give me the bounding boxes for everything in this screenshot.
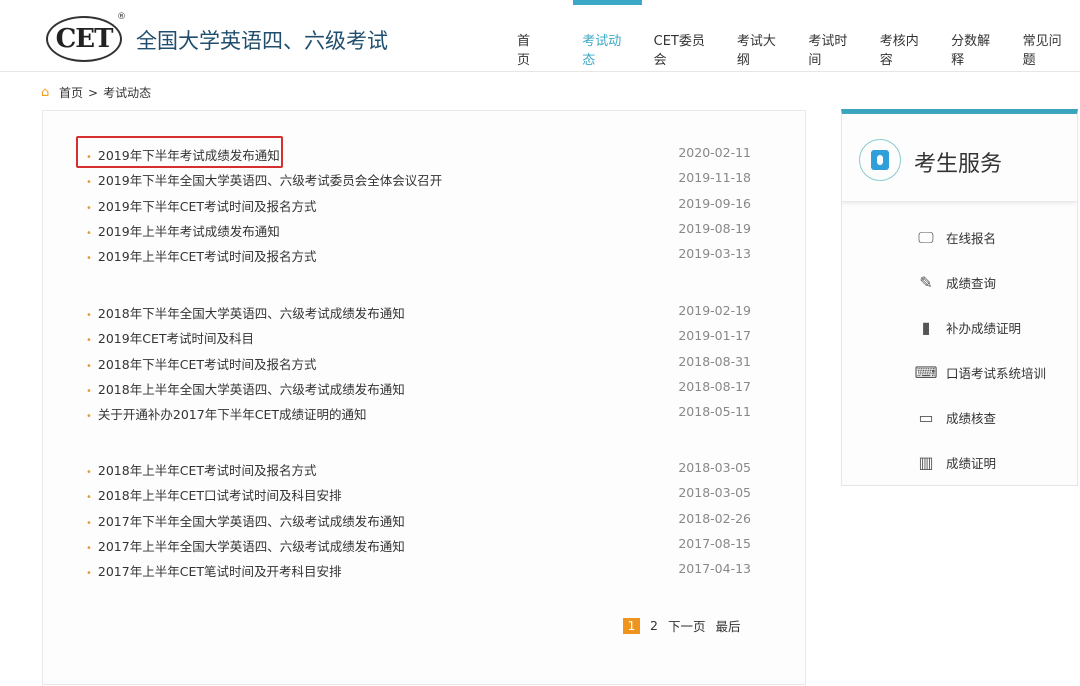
news-date: 2018-05-11 (678, 404, 751, 424)
service-item[interactable]: ⌨ 口语考试系统培训 (915, 363, 1046, 382)
highlight-box (76, 136, 283, 168)
service-label: 补办成绩证明 (946, 318, 1021, 337)
news-link[interactable]: 2019年上半年考试成绩发布通知 (86, 221, 280, 241)
contacts-icon (859, 139, 901, 181)
service-label: 成绩核查 (946, 408, 996, 427)
monitor-icon: 🖵 (915, 229, 937, 247)
notebook-icon: ▮ (915, 319, 937, 337)
nav-item[interactable]: 考试时间 (801, 30, 865, 68)
news-link[interactable]: 2019年下半年CET考试时间及报名方式 (86, 196, 316, 216)
news-link[interactable]: 2019年下半年全国大学英语四、六级考试委员会全体会议召开 (86, 170, 442, 190)
edit-icon: ✎ (915, 274, 937, 292)
news-date: 2019-03-13 (678, 246, 751, 266)
nav-item[interactable]: CET委员会 (647, 30, 723, 68)
news-row: 2019年上半年CET考试时间及报名方式 2019-03-13 (86, 246, 751, 266)
news-link[interactable]: 2017年下半年全国大学英语四、六级考试成绩发布通知 (86, 511, 405, 531)
news-date: 2019-01-17 (678, 328, 751, 348)
header: CET ® 全国大学英语四、六级考试 首页考试动态CET委员会考试大纲考试时间考… (0, 0, 1080, 72)
news-row: 2017年下半年全国大学英语四、六级考试成绩发布通知 2018-02-26 (86, 511, 751, 531)
service-item[interactable]: ✎ 成绩查询 (915, 273, 996, 292)
news-date: 2018-03-05 (678, 485, 751, 505)
news-link[interactable]: 2018年上半年CET考试时间及报名方式 (86, 460, 316, 480)
news-date: 2017-08-15 (678, 536, 751, 556)
nav-item[interactable]: 考核内容 (873, 30, 937, 68)
news-link[interactable]: 2017年上半年全国大学英语四、六级考试成绩发布通知 (86, 536, 405, 556)
service-label: 成绩查询 (946, 273, 996, 292)
news-date: 2019-09-16 (678, 196, 751, 216)
news-date: 2018-02-26 (678, 511, 751, 531)
news-date: 2019-08-19 (678, 221, 751, 241)
news-date: 2018-08-17 (678, 379, 751, 399)
keyboard-icon: ⌨ (915, 364, 937, 382)
news-date: 2017-04-13 (678, 561, 751, 581)
news-link[interactable]: 关于开通补办2017年下半年CET成绩证明的通知 (86, 404, 366, 424)
news-date: 2018-03-05 (678, 460, 751, 480)
breadcrumb-home[interactable]: 首页 (59, 84, 83, 101)
news-row: 2018年下半年CET考试时间及报名方式 2018-08-31 (86, 354, 751, 374)
service-item[interactable]: ▮ 补办成绩证明 (915, 318, 1021, 337)
page-1[interactable]: 1 (623, 618, 640, 634)
site-title: 全国大学英语四、六级考试 (136, 25, 388, 55)
news-link[interactable]: 2017年上半年CET笔试时间及开考科目安排 (86, 561, 341, 581)
home-icon: ⌂ (41, 87, 54, 99)
news-row: 2018年下半年全国大学英语四、六级考试成绩发布通知 2019-02-19 (86, 303, 751, 323)
student-services-panel: 考生服务 (841, 109, 1078, 486)
news-row: 2017年上半年CET笔试时间及开考科目安排 2017-04-13 (86, 561, 751, 581)
news-date: 2018-08-31 (678, 354, 751, 374)
news-date: 2019-02-19 (678, 303, 751, 323)
last-page[interactable]: 最后 (715, 616, 740, 635)
service-item[interactable]: ▥ 成绩证明 (915, 453, 996, 472)
news-link[interactable]: 2018年上半年CET口试考试时间及科目安排 (86, 485, 341, 505)
news-date: 2020-02-11 (678, 145, 751, 165)
news-link[interactable]: 2018年下半年CET考试时间及报名方式 (86, 354, 316, 374)
news-row: 2018年上半年CET口试考试时间及科目安排 2018-03-05 (86, 485, 751, 505)
news-row: 2018年上半年CET考试时间及报名方式 2018-03-05 (86, 460, 751, 480)
nav-item[interactable]: 首页 (510, 30, 549, 68)
news-row: 2018年上半年全国大学英语四、六级考试成绩发布通知 2018-08-17 (86, 379, 751, 399)
news-row: 2019年上半年考试成绩发布通知 2019-08-19 (86, 221, 751, 241)
main-nav: 首页考试动态CET委员会考试大纲考试时间考核内容分数解释常见问题 (510, 30, 1080, 68)
news-row: 2019年下半年全国大学英语四、六级考试委员会全体会议召开 2019-11-18 (86, 170, 751, 190)
news-row: 2019年CET考试时间及科目 2019-01-17 (86, 328, 751, 348)
breadcrumb-current: 考试动态 (103, 84, 151, 101)
service-label: 成绩证明 (946, 453, 996, 472)
nav-item[interactable]: 分数解释 (944, 30, 1008, 68)
nav-item[interactable]: 考试大纲 (730, 30, 794, 68)
news-row: 2019年下半年CET考试时间及报名方式 2019-09-16 (86, 196, 751, 216)
news-link[interactable]: 2018年下半年全国大学英语四、六级考试成绩发布通知 (86, 303, 405, 323)
news-row: 2017年上半年全国大学英语四、六级考试成绩发布通知 2017-08-15 (86, 536, 751, 556)
service-label: 口语考试系统培训 (946, 363, 1046, 382)
services-title: 考生服务 (914, 146, 1002, 178)
breadcrumb: ⌂ 首页 > 考试动态 (41, 84, 151, 101)
page-2[interactable]: 2 (650, 618, 658, 633)
news-link[interactable]: 2019年CET考试时间及科目 (86, 328, 254, 348)
pagination: 1 2 下一页 最后 (623, 616, 740, 635)
service-label: 在线报名 (946, 228, 996, 247)
next-page[interactable]: 下一页 (668, 616, 706, 635)
service-item[interactable]: 🖵 在线报名 (915, 228, 996, 247)
news-row: 关于开通补办2017年下半年CET成绩证明的通知 2018-05-11 (86, 404, 751, 424)
service-item[interactable]: ▭ 成绩核查 (915, 408, 996, 427)
breadcrumb-separator: > (88, 86, 98, 100)
cet-logo[interactable]: CET (46, 16, 122, 62)
book-icon: ▥ (915, 454, 937, 472)
nav-item[interactable]: 常见问题 (1016, 30, 1080, 68)
nav-item[interactable]: 考试动态 (575, 30, 639, 68)
registered-mark: ® (117, 12, 126, 22)
news-link[interactable]: 2018年上半年全国大学英语四、六级考试成绩发布通知 (86, 379, 405, 399)
services-header: 考生服务 (842, 114, 1077, 202)
news-date: 2019-11-18 (678, 170, 751, 190)
news-link[interactable]: 2019年上半年CET考试时间及报名方式 (86, 246, 316, 266)
document-icon: ▭ (915, 409, 937, 427)
